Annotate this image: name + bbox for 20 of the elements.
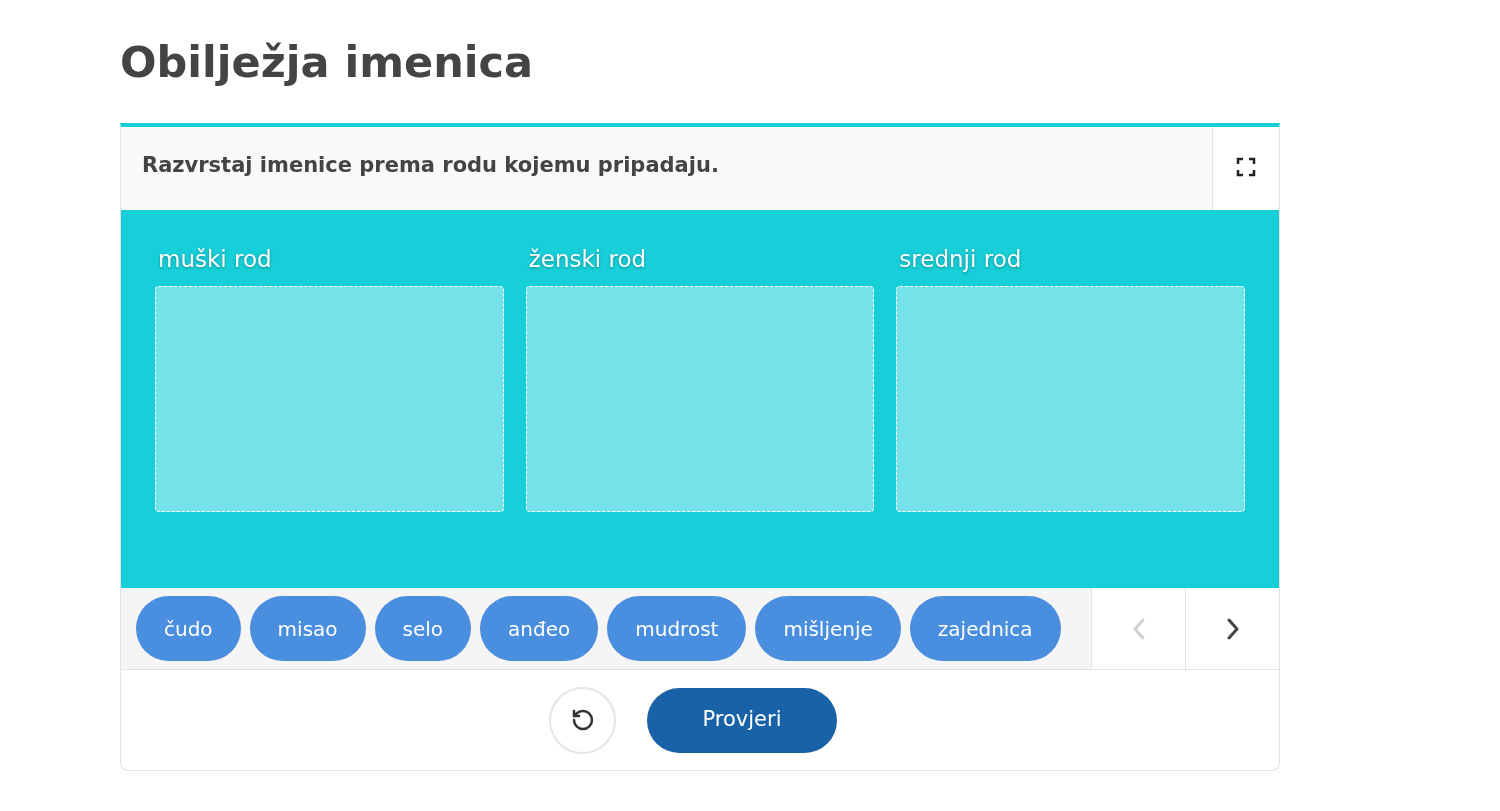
fullscreen-icon: [1236, 156, 1256, 177]
word-chip[interactable]: mudrost: [607, 596, 747, 661]
page-title: Obilježja imenica: [120, 36, 535, 89]
instruction-text: Razvrstaj imenice prema rodu kojemu pripadaju.: [142, 151, 719, 179]
category-label: ženski rod: [527, 245, 648, 274]
word-chip[interactable]: selo: [374, 596, 472, 661]
word-chip[interactable]: anđeo: [480, 596, 599, 661]
word-chip[interactable]: čudo: [136, 596, 241, 661]
word-chip[interactable]: zajednica: [909, 596, 1061, 661]
drop-zone[interactable]: [896, 286, 1245, 512]
drop-zone[interactable]: [525, 286, 875, 512]
fullscreen-button[interactable]: [1212, 127, 1279, 210]
next-button[interactable]: [1185, 588, 1279, 669]
reset-icon: [570, 708, 595, 732]
category-label: muški rod: [157, 245, 273, 274]
word-chip[interactable]: misao: [249, 596, 366, 661]
word-chip[interactable]: mišljenje: [755, 596, 901, 661]
category-label: srednji rod: [898, 245, 1023, 274]
drop-zone[interactable]: [155, 286, 504, 512]
check-button[interactable]: Provjeri: [647, 687, 837, 753]
